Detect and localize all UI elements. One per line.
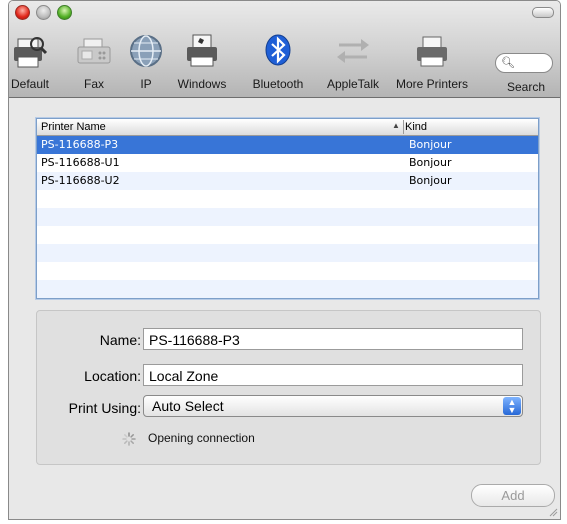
toolbar-label-fax: Fax	[83, 77, 105, 91]
toolbar-windows-button[interactable]: Windows	[178, 31, 226, 91]
search-label: Search	[507, 80, 546, 94]
toolbar-bluetooth-button[interactable]: Bluetooth	[253, 31, 303, 91]
location-field[interactable]: Local Zone	[143, 364, 523, 386]
empty-row	[37, 280, 538, 298]
add-button[interactable]: Add	[471, 484, 555, 507]
name-label: Name:	[99, 332, 141, 348]
print-using-select[interactable]: Auto Select ▲ ▼	[143, 395, 523, 417]
toolbar-label-bluetooth: Bluetooth	[252, 77, 304, 91]
popup-arrows-icon: ▲ ▼	[503, 397, 521, 415]
column-separator	[403, 120, 404, 134]
toolbar: Default Fax IP Windows Bluetooth AppleTa…	[9, 1, 560, 98]
close-window-button[interactable]	[15, 5, 30, 20]
list-header: Printer Name ▲ Kind	[37, 119, 538, 136]
connection-status: Opening connection	[148, 431, 255, 445]
zoom-window-button[interactable]	[57, 5, 72, 20]
printer-name-cell: PS-116688-U1	[41, 156, 120, 169]
sort-ascending-icon: ▲	[392, 121, 400, 130]
table-row[interactable]: PS-116688-U2 Bonjour	[37, 172, 538, 190]
printer-list[interactable]: Printer Name ▲ Kind PS-116688-P3 Bonjour…	[36, 118, 539, 299]
table-row[interactable]: PS-116688-P3 Bonjour	[37, 136, 538, 154]
resize-grip-icon[interactable]	[548, 507, 558, 517]
toolbar-label-ip: IP	[140, 77, 152, 91]
toolbar-toggle-button[interactable]	[532, 7, 554, 18]
minimize-window-button[interactable]	[36, 5, 51, 20]
bluetooth-icon	[265, 34, 291, 66]
printer-kind-cell: Bonjour	[409, 174, 452, 187]
loading-spinner-icon	[122, 432, 136, 446]
search-icon: 🔍︎	[501, 57, 515, 69]
toolbar-label-more-printers: More Printers	[395, 77, 469, 91]
empty-row	[37, 190, 538, 208]
printer-kind-cell: Bonjour	[409, 138, 452, 151]
ip-globe-icon	[130, 35, 162, 67]
more-printers-icon	[417, 36, 447, 67]
printer-name-cell: PS-116688-P3	[41, 138, 119, 151]
printer-name-cell: PS-116688-U2	[41, 174, 120, 187]
toolbar-ip-button[interactable]: IP	[125, 31, 167, 91]
toolbar-more-printers-button[interactable]: More Printers	[396, 31, 468, 91]
toolbar-label-appletalk: AppleTalk	[326, 77, 380, 91]
print-using-label: Print Using:	[68, 400, 141, 416]
empty-row	[37, 208, 538, 226]
fax-icon	[77, 38, 111, 64]
search-input[interactable]: 🔍︎	[495, 53, 553, 73]
name-field[interactable]: PS-116688-P3	[143, 328, 523, 350]
toolbar-label-default: Default	[10, 77, 50, 91]
printer-browser-window: Default Fax IP Windows Bluetooth AppleTa…	[8, 0, 561, 520]
column-header-kind[interactable]: Kind	[405, 121, 427, 133]
toolbar-appletalk-button[interactable]: AppleTalk	[327, 31, 379, 91]
toolbar-fax-button[interactable]: Fax	[73, 31, 115, 91]
empty-row	[37, 244, 538, 262]
table-row[interactable]: PS-116688-U1 Bonjour	[37, 154, 538, 172]
empty-row	[37, 226, 538, 244]
printer-kind-cell: Bonjour	[409, 156, 452, 169]
print-using-value: Auto Select	[152, 398, 224, 414]
default-printer-icon	[14, 37, 48, 68]
toolbar-label-windows: Windows	[177, 77, 227, 91]
empty-row	[37, 262, 538, 280]
column-header-printer-name[interactable]: Printer Name	[41, 121, 106, 133]
toolbar-default-button[interactable]: Default	[9, 31, 51, 91]
location-label: Location:	[84, 368, 141, 384]
windows-printer-icon	[187, 34, 217, 67]
appletalk-arrows-icon	[337, 39, 369, 63]
